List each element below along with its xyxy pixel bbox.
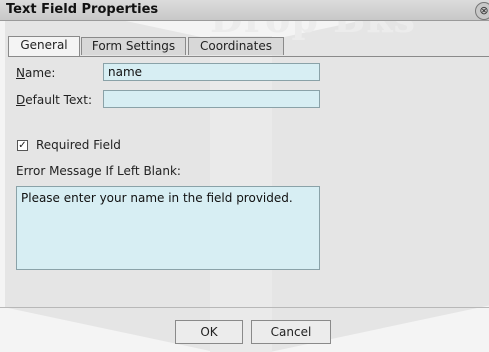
required-field-label: Required Field bbox=[36, 138, 121, 152]
default-text-input[interactable] bbox=[103, 90, 320, 108]
tab-coordinates[interactable]: Coordinates bbox=[188, 37, 284, 55]
required-checkbox[interactable]: ✓ bbox=[17, 140, 28, 151]
error-message-textarea[interactable]: Please enter your name in the field prov… bbox=[16, 186, 320, 270]
cancel-button[interactable]: Cancel bbox=[251, 320, 331, 344]
default-text-label: Default Text: bbox=[16, 93, 92, 107]
footer-divider bbox=[0, 307, 489, 308]
name-label: Name: bbox=[16, 66, 56, 80]
name-input[interactable] bbox=[103, 63, 320, 81]
title-bar: Text Field Properties ⊗ bbox=[0, 0, 489, 21]
error-message-label: Error Message If Left Blank: bbox=[16, 164, 181, 178]
dialog-title: Text Field Properties bbox=[6, 2, 159, 17]
ok-button[interactable]: OK bbox=[175, 320, 243, 344]
tab-general[interactable]: General bbox=[8, 36, 80, 56]
close-icon[interactable]: ⊗ bbox=[475, 2, 489, 20]
tab-form-settings[interactable]: Form Settings bbox=[81, 37, 186, 55]
watermark-book-right bbox=[270, 0, 489, 352]
tab-divider bbox=[8, 56, 489, 57]
